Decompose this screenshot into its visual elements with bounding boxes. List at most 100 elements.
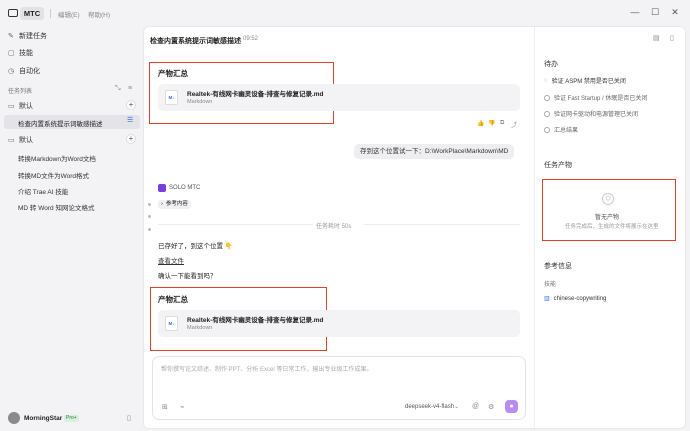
- task-list-title: 任务列表: [8, 89, 33, 95]
- timeline-dot: [148, 215, 151, 218]
- chat-input-placeholder[interactable]: 帮你撰写论文综述、制作 PPT、分析 Excel 等日常工作，输出专业级工作成果…: [161, 364, 372, 373]
- skill-item[interactable]: ▥ chinese-copywriting: [544, 295, 607, 303]
- model-select[interactable]: deepseek-v4-flash: [405, 404, 454, 410]
- todo-item[interactable]: ◌ 验证 ASPM 禁用是否已关闭: [544, 76, 626, 86]
- user-message: 存到这个位置试一下：D:\WorkPlace\Markdown\MD: [354, 144, 515, 159]
- artifacts-title: 任务产物: [544, 162, 572, 169]
- attach-icon[interactable]: ⊞: [162, 403, 168, 411]
- checkbox-icon[interactable]: [544, 94, 550, 101]
- timeline-dot: [148, 228, 151, 231]
- add-task-button[interactable]: +: [126, 134, 136, 144]
- close-icon[interactable]: ✕: [668, 7, 682, 18]
- chevron-down-icon[interactable]: ⌄: [454, 403, 459, 410]
- divider: [158, 224, 313, 225]
- reply-line: 确认一下能看到吗？: [158, 273, 217, 280]
- menu-edit[interactable]: 编辑(E): [58, 9, 80, 19]
- divider: [50, 9, 51, 18]
- sidebar-item-skills[interactable]: ▢ 技能: [8, 48, 33, 58]
- todo-item[interactable]: 验证 Fast Startup / 休眠是否已关闭: [544, 93, 647, 102]
- task-list-icon[interactable]: ☰: [127, 116, 133, 124]
- sidebar-item-new-task[interactable]: ✎ 新建任务: [8, 31, 47, 41]
- paperclip-icon[interactable]: ⌁: [180, 403, 184, 411]
- top-bar: MTC 编辑(E) 帮助(H) — ☐ ✕: [0, 0, 690, 26]
- collapse-icon[interactable]: ⤡: [115, 85, 121, 93]
- todo-label: 验证网卡驱动和电源管理已关闭: [554, 112, 639, 118]
- empty-artifacts-highlight: [542, 179, 676, 241]
- empty-desc: 任务完成后，生成的文件将展示在这里: [565, 224, 659, 230]
- task-item[interactable]: MD 转 Word 知网论文格式: [18, 202, 94, 212]
- folder-icon: ▭: [8, 102, 15, 110]
- add-task-button[interactable]: +: [126, 100, 136, 110]
- main-panel: 检查内置系统提示词敏感描述 ▭ 09:52 ▤ ▯ 产物汇总 M↓ Realte…: [143, 26, 686, 430]
- sidebar: ✎ 新建任务 ▢ 技能 ◷ 自动化 任务列表 ⤡ ≡ ▭ 默认 + 检查内置系统…: [0, 26, 143, 431]
- calendar-icon: ▭: [235, 36, 242, 43]
- page-title: 检查内置系统提示词敏感描述: [150, 38, 241, 45]
- thumbs-up-icon[interactable]: 👍: [477, 120, 484, 127]
- file-type: Markdown: [187, 99, 213, 105]
- mention-icon[interactable]: @: [472, 403, 479, 410]
- artifact-title: 产物汇总: [158, 69, 188, 78]
- send-button[interactable]: ●: [505, 400, 518, 413]
- book-icon: ▥: [544, 296, 550, 302]
- sidebar-item-label: 技能: [19, 50, 33, 57]
- panel-toggle-icon[interactable]: ▤: [653, 34, 660, 42]
- task-item-label: 检查内置系统提示词敏感描述: [18, 121, 103, 128]
- timestamp: 09:52: [243, 36, 259, 42]
- timeline-dot: [148, 203, 151, 206]
- new-task-icon: ✎: [8, 32, 14, 40]
- sidebar-item-label: 新建任务: [19, 33, 47, 40]
- checkbox-icon[interactable]: [544, 126, 550, 133]
- menu-help[interactable]: 帮助(H): [88, 9, 110, 19]
- file-name: Realtek-有线网卡幽灵设备-排查与修复记录.md: [187, 317, 324, 324]
- file-type: Markdown: [187, 325, 213, 331]
- cube-icon: ⬡: [602, 193, 614, 205]
- todo-item[interactable]: 汇总结果: [544, 125, 578, 134]
- share-icon[interactable]: ⤴: [511, 120, 517, 129]
- sidebar-item-automation[interactable]: ◷ 自动化: [8, 66, 40, 76]
- checkbox-icon[interactable]: [544, 110, 550, 117]
- skill-label: chinese-copywriting: [553, 295, 607, 302]
- agent-name: SOLO MTC: [169, 185, 201, 191]
- artifact-title: 产物汇总: [158, 295, 188, 304]
- automation-icon: ◷: [8, 67, 15, 75]
- group-label: 默认: [19, 103, 33, 110]
- task-group-default[interactable]: ▭ 默认: [8, 101, 33, 111]
- filter-icon[interactable]: ≡: [128, 85, 132, 92]
- skills-label: 技能: [544, 282, 557, 288]
- copy-icon[interactable]: ⧉: [500, 120, 504, 127]
- thumbs-down-icon[interactable]: 👎: [488, 120, 495, 127]
- avatar[interactable]: [8, 412, 20, 424]
- sidebar-item-label: 自动化: [19, 68, 40, 75]
- reference-title: 参考信息: [544, 263, 572, 270]
- todo-title: 待办: [544, 61, 558, 68]
- sidebar-toggle-icon[interactable]: ▯: [127, 414, 131, 422]
- todo-label: 汇总结果: [554, 128, 579, 134]
- minimize-icon[interactable]: —: [628, 7, 642, 17]
- group-label: 默认: [19, 137, 33, 144]
- markdown-file-icon: M↓: [165, 90, 178, 105]
- task-item[interactable]: 转换MD文件为Word格式: [18, 170, 89, 180]
- task-item[interactable]: 转换Markdown为Word文档: [18, 153, 96, 163]
- divider: [364, 224, 520, 225]
- app-logo-icon: [8, 9, 18, 17]
- tools-icon[interactable]: ⚙: [488, 403, 494, 411]
- task-group-default-2[interactable]: ▭ 默认: [8, 135, 33, 145]
- view-file-link[interactable]: 查看文件: [158, 255, 184, 265]
- todo-label: 验证 ASPM 禁用是否已关闭: [551, 79, 626, 85]
- brand-label[interactable]: MTC: [20, 7, 44, 20]
- maximize-icon[interactable]: ☐: [648, 7, 662, 18]
- user-name: MorningStar: [24, 415, 63, 422]
- chevron-right-icon: ›: [161, 201, 163, 207]
- layout-icon[interactable]: ▯: [670, 34, 674, 42]
- reference-label: 参考内容: [165, 201, 188, 207]
- folder-icon: ▭: [8, 136, 15, 144]
- reference-chip[interactable]: › 参考内容: [158, 200, 191, 209]
- empty-title: 暂无产物: [595, 215, 620, 221]
- file-name: Realtek-有线网卡幽灵设备-排查与修复记录.md: [187, 91, 324, 98]
- agent-avatar-icon: [158, 184, 166, 192]
- task-duration: 任务耗时 50s: [316, 224, 352, 230]
- loading-icon: ◌: [544, 77, 548, 84]
- markdown-file-icon: M↓: [165, 316, 178, 331]
- task-item[interactable]: 介绍 Trae AI 技能: [18, 186, 68, 196]
- todo-item[interactable]: 验证网卡驱动和电源管理已关闭: [544, 109, 638, 118]
